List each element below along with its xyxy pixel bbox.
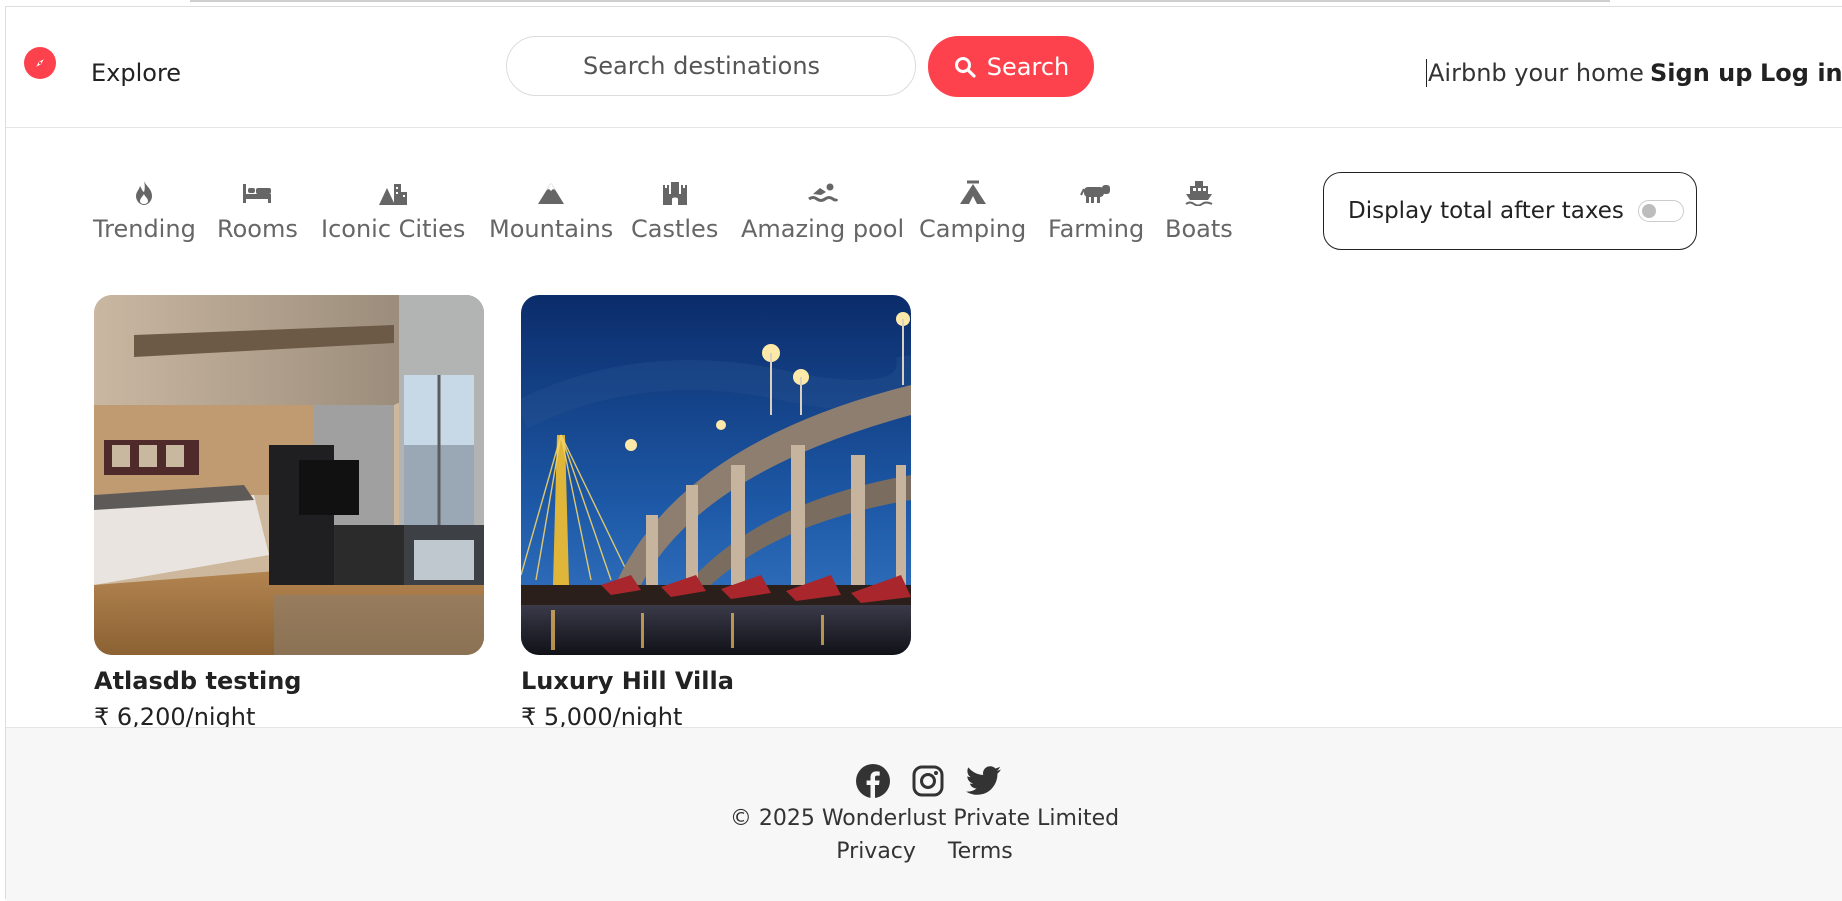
cow-icon [1048,179,1144,207]
instagram-icon[interactable] [912,765,944,797]
mountain-city-icon [321,179,465,207]
filter-castles[interactable]: Castles [631,179,718,243]
ship-icon [1165,179,1233,207]
search-input[interactable] [506,36,916,96]
fort-icon [631,179,718,207]
tax-toggle-label: Display total after taxes [1348,198,1624,224]
footer: © 2025 Wonderlust Private Limited Privac… [6,727,1842,901]
filter-label: Trending [93,215,196,243]
top-scroll-indicator [190,0,1610,2]
filter-label: Rooms [217,215,298,243]
tax-toggle-box: Display total after taxes [1323,172,1697,250]
listing-title[interactable]: Luxury Hill Villa [521,667,734,695]
compass-icon[interactable] [24,47,56,79]
filter-trending[interactable]: Trending [93,179,196,243]
listing-image[interactable] [94,295,484,655]
bed-icon [217,179,298,207]
search-button[interactable]: Search [928,36,1094,97]
facebook-icon[interactable] [856,764,890,798]
filter-label: Mountains [489,215,614,243]
listing-title[interactable]: Atlasdb testing [94,667,301,695]
tax-toggle-switch[interactable] [1637,200,1684,222]
login-link[interactable]: Log in [1760,59,1842,87]
listing-card[interactable]: Luxury Hill Villa ₹ 5,000/night [521,295,911,731]
filter-mountains[interactable]: Mountains [489,179,613,243]
fire-icon [93,179,196,207]
terms-link[interactable]: Terms [948,839,1013,864]
filter-label: Farming [1048,215,1145,243]
signup-link[interactable]: Sign up [1650,59,1752,87]
filter-farming[interactable]: Farming [1048,179,1144,243]
filter-label: Boats [1165,215,1233,243]
explore-link[interactable]: Explore [91,59,181,87]
copyright-text: © 2025 Wonderlust Private Limited [729,806,1120,831]
campground-icon [919,179,1026,207]
listing-card[interactable]: Atlasdb testing ₹ 6,200/night [94,295,484,731]
filter-rooms[interactable]: Rooms [217,179,298,243]
airbnb-your-home-link[interactable]: Airbnb your home [1426,59,1644,87]
filter-label: Amazing pool [741,215,905,243]
filter-label: Castles [631,215,719,243]
person-swimming-icon [741,179,904,207]
filter-iconic-cities[interactable]: Iconic Cities [321,179,465,243]
navbar: Explore Search Airbnb your home Sign up … [6,7,1842,128]
filter-boats[interactable]: Boats [1165,179,1233,243]
footer-links: Privacy Terms [6,839,1842,864]
listing-image[interactable] [521,295,911,655]
search-button-label: Search [986,52,1070,81]
privacy-link[interactable]: Privacy [836,839,916,864]
social-links [856,764,1002,798]
filter-label: Iconic Cities [321,215,466,243]
filter-amazing-pool[interactable]: Amazing pool [741,179,904,243]
filter-label: Camping [919,215,1027,243]
mountain-icon [489,179,613,207]
toggle-knob [1641,204,1656,218]
page: Explore Search Airbnb your home Sign up … [5,6,1842,901]
twitter-icon[interactable] [966,766,1002,796]
filter-camping[interactable]: Camping [919,179,1026,243]
search-icon [953,55,977,79]
